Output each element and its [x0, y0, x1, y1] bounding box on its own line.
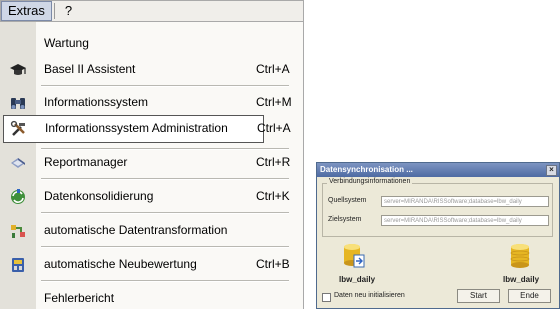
menu-item-datentransformation[interactable]: automatische Datentransformation: [0, 217, 303, 245]
transform-icon: [11, 225, 25, 238]
menu-item-basel-assistent[interactable]: Basel II Assistent Ctrl+A: [0, 56, 303, 84]
extras-dropdown-menu: Wartung Basel II Assistent Ctrl+A Inform…: [0, 22, 304, 309]
tools-icon: [10, 120, 25, 136]
menu-bar: Extras ?: [0, 0, 304, 22]
menu-item-shortcut: Ctrl+M: [256, 95, 292, 109]
menu-item-label: automatische Datentransformation: [44, 223, 228, 237]
menu-item-shortcut: Ctrl+B: [256, 257, 290, 271]
target-connection-field[interactable]: server=MIRANDA\RISSoftware;database=lbw_…: [381, 215, 549, 226]
reinitialize-checkbox[interactable]: [322, 293, 331, 302]
menu-item-label: Wartung: [44, 36, 89, 50]
target-label: Zielsystem: [328, 216, 362, 223]
revaluation-icon: [12, 258, 24, 272]
menu-item-label: Reportmanager: [44, 155, 128, 169]
menu-item-informationssystem-administration[interactable]: Informationssystem Administration Ctrl+A: [3, 115, 291, 143]
sync-icon: [11, 189, 25, 204]
target-db-name: lbw_daily: [503, 275, 540, 284]
menu-item-label: Fehlerbericht: [44, 291, 115, 305]
checkbox-label: Daten neu initialisieren: [334, 292, 405, 299]
menu-separator: [41, 280, 289, 282]
menu-help[interactable]: ?: [59, 1, 78, 21]
menu-extras[interactable]: Extras: [1, 1, 52, 21]
menu-separator: [41, 178, 289, 180]
start-button[interactable]: Start: [457, 289, 500, 303]
binoculars-icon: [11, 98, 25, 109]
mortarboard-icon: [10, 64, 26, 75]
menu-item-label: Basel II Assistent: [44, 62, 136, 76]
report-icon: [11, 158, 25, 168]
menu-separator: [41, 85, 289, 87]
source-connection-field[interactable]: server=MIRANDA\RISSoftware;database=lbw_…: [381, 196, 549, 207]
menu-item-shortcut: Ctrl+R: [256, 155, 291, 169]
menubar-divider: [53, 3, 55, 19]
source-label: Quellsystem: [328, 197, 367, 204]
dialog-titlebar: Datensynchronisation ... ×: [317, 163, 559, 177]
close-icon[interactable]: ×: [546, 165, 557, 176]
menu-separator: [41, 212, 289, 214]
connection-info-group: Verbindungsinformationen Quellsystem ser…: [322, 178, 553, 237]
group-label: Verbindungsinformationen: [327, 178, 413, 185]
menu-item-shortcut: Ctrl+A: [256, 62, 290, 76]
datensynchronisation-dialog: Datensynchronisation ... × Verbindungsin…: [316, 162, 560, 309]
dialog-title: Datensynchronisation ...: [320, 165, 413, 174]
menu-separator: [41, 246, 289, 248]
database-icon: [344, 244, 365, 268]
menu-item-datenkonsolidierung[interactable]: Datenkonsolidierung Ctrl+K: [0, 183, 303, 211]
menu-item-label: Informationssystem Administration: [45, 121, 228, 135]
menu-item-label: Informationssystem: [44, 95, 149, 109]
menu-item-reportmanager[interactable]: Reportmanager Ctrl+R: [0, 149, 303, 177]
menu-item-shortcut: Ctrl+K: [256, 189, 290, 203]
menu-item-shortcut: Ctrl+A: [257, 121, 291, 135]
end-button[interactable]: Ende: [508, 289, 551, 303]
menu-item-wartung[interactable]: Wartung: [0, 30, 303, 58]
menu-item-label: Datenkonsolidierung: [44, 189, 154, 203]
menu-item-neubewertung[interactable]: automatische Neubewertung Ctrl+B: [0, 251, 303, 279]
source-db-name: lbw_daily: [339, 275, 376, 284]
menu-item-informationssystem[interactable]: Informationssystem Ctrl+M: [0, 89, 303, 117]
menu-item-label: automatische Neubewertung: [44, 257, 197, 271]
database-icon: [510, 244, 530, 268]
